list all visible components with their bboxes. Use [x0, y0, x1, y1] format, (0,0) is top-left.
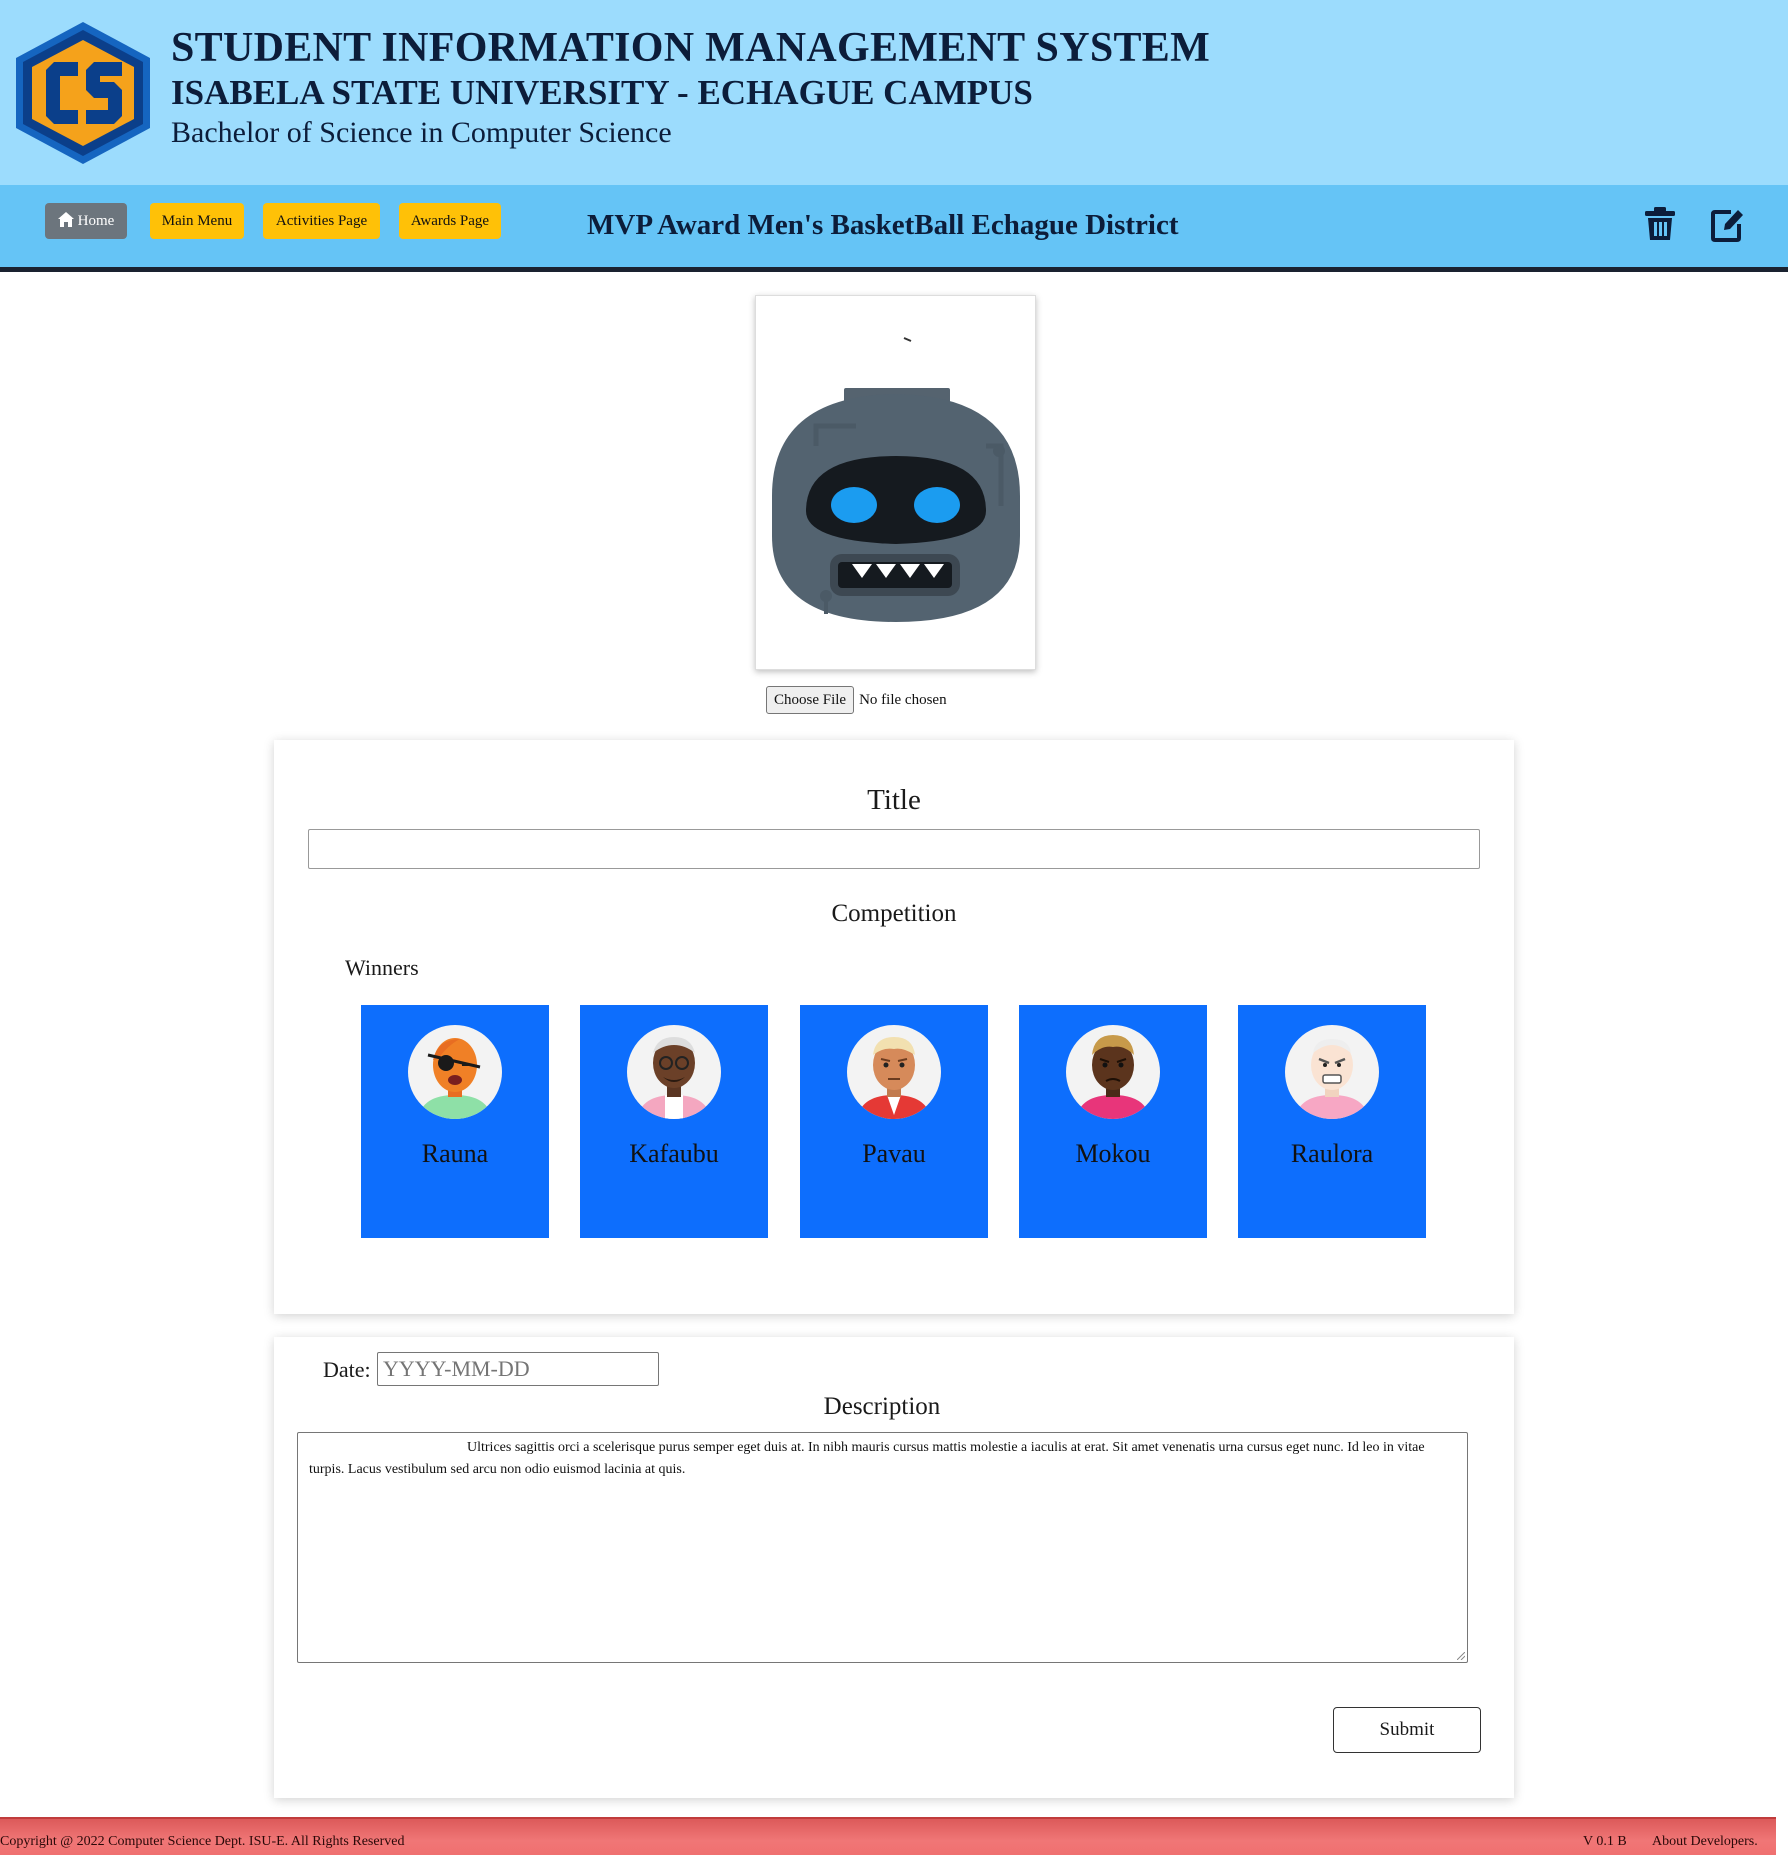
winner-name: Pavau	[862, 1139, 926, 1168]
winner-name: Rauna	[421, 1139, 489, 1168]
winner-name: Raulora	[1290, 1139, 1374, 1168]
cs-logo-icon	[16, 22, 150, 164]
award-photo-frame	[755, 295, 1036, 670]
avatar-kafaubu-icon	[637, 1037, 711, 1119]
university-name: ISABELA STATE UNIVERSITY - ECHAGUE CAMPU…	[171, 73, 1033, 112]
winner-name: Kafaubu	[629, 1139, 719, 1168]
avatar-pavau-icon	[857, 1037, 931, 1119]
avatar-raulora-icon	[1295, 1039, 1369, 1119]
competition-label: Competition	[831, 900, 957, 927]
award-description-card: Date: Description Ultrices sagittis orci…	[274, 1337, 1514, 1798]
date-label: Date:	[323, 1357, 371, 1382]
avatar	[408, 1025, 502, 1119]
program-name: Bachelor of Science in Computer Science	[171, 116, 672, 149]
winner-card-kafaubu[interactable]: Kafaubu	[580, 1005, 768, 1238]
title-input[interactable]	[308, 829, 1480, 869]
copyright-text: Copyright @ 2022 Computer Science Dept. …	[0, 1834, 405, 1849]
avatar	[1285, 1025, 1379, 1119]
file-upload: Choose File No file chosen	[766, 686, 947, 714]
site-footer: Copyright @ 2022 Computer Science Dept. …	[0, 1817, 1776, 1855]
winner-card-mokou[interactable]: Mokou	[1019, 1005, 1207, 1238]
main-menu-button[interactable]: Main Menu	[150, 203, 244, 239]
activities-page-button[interactable]: Activities Page	[263, 203, 380, 239]
avatar-rauna-icon	[418, 1038, 492, 1119]
system-title: STUDENT INFORMATION MANAGEMENT SYSTEM	[171, 25, 1211, 71]
awards-page-button[interactable]: Awards Page	[399, 203, 501, 239]
winner-card-rauna[interactable]: Rauna	[361, 1005, 549, 1238]
date-input[interactable]	[377, 1352, 659, 1386]
home-button[interactable]: Home	[45, 203, 127, 239]
file-status: No file chosen	[859, 691, 947, 708]
award-details-card: Title Competition Winners Rauna Kafaubu …	[274, 740, 1514, 1314]
title-label: Title	[867, 784, 921, 816]
winner-name: Mokou	[1075, 1139, 1151, 1168]
trash-icon[interactable]	[1644, 206, 1676, 242]
home-icon	[57, 212, 74, 227]
home-label: Home	[77, 213, 115, 229]
avatar	[1066, 1025, 1160, 1119]
site-header: STUDENT INFORMATION MANAGEMENT SYSTEM IS…	[0, 0, 1788, 185]
description-textarea[interactable]: Ultrices sagittis orci a scelerisque pur…	[297, 1432, 1468, 1663]
avatar	[847, 1025, 941, 1119]
version-text: V 0.1 B	[1583, 1834, 1627, 1849]
description-text: Ultrices sagittis orci a scelerisque pur…	[309, 1440, 1425, 1477]
description-label: Description	[823, 1393, 941, 1420]
about-developers-link[interactable]: About Developers.	[1652, 1834, 1758, 1850]
winners-label: Winners	[345, 955, 419, 980]
choose-file-button[interactable]: Choose File	[766, 686, 855, 714]
winner-card-raulora[interactable]: Raulora	[1238, 1005, 1426, 1238]
robot-avatar-image	[772, 337, 1020, 622]
nav-bar: Home Main Menu Activities Page Awards Pa…	[0, 185, 1788, 272]
submit-button[interactable]: Submit	[1333, 1707, 1481, 1753]
avatar-mokou-icon	[1076, 1035, 1150, 1119]
page-title: MVP Award Men's BasketBall Echague Distr…	[587, 209, 1179, 241]
avatar	[627, 1025, 721, 1119]
resize-handle-icon[interactable]	[1457, 1652, 1465, 1660]
edit-icon[interactable]	[1711, 206, 1743, 242]
winner-card-pavau[interactable]: Pavau	[800, 1005, 988, 1238]
